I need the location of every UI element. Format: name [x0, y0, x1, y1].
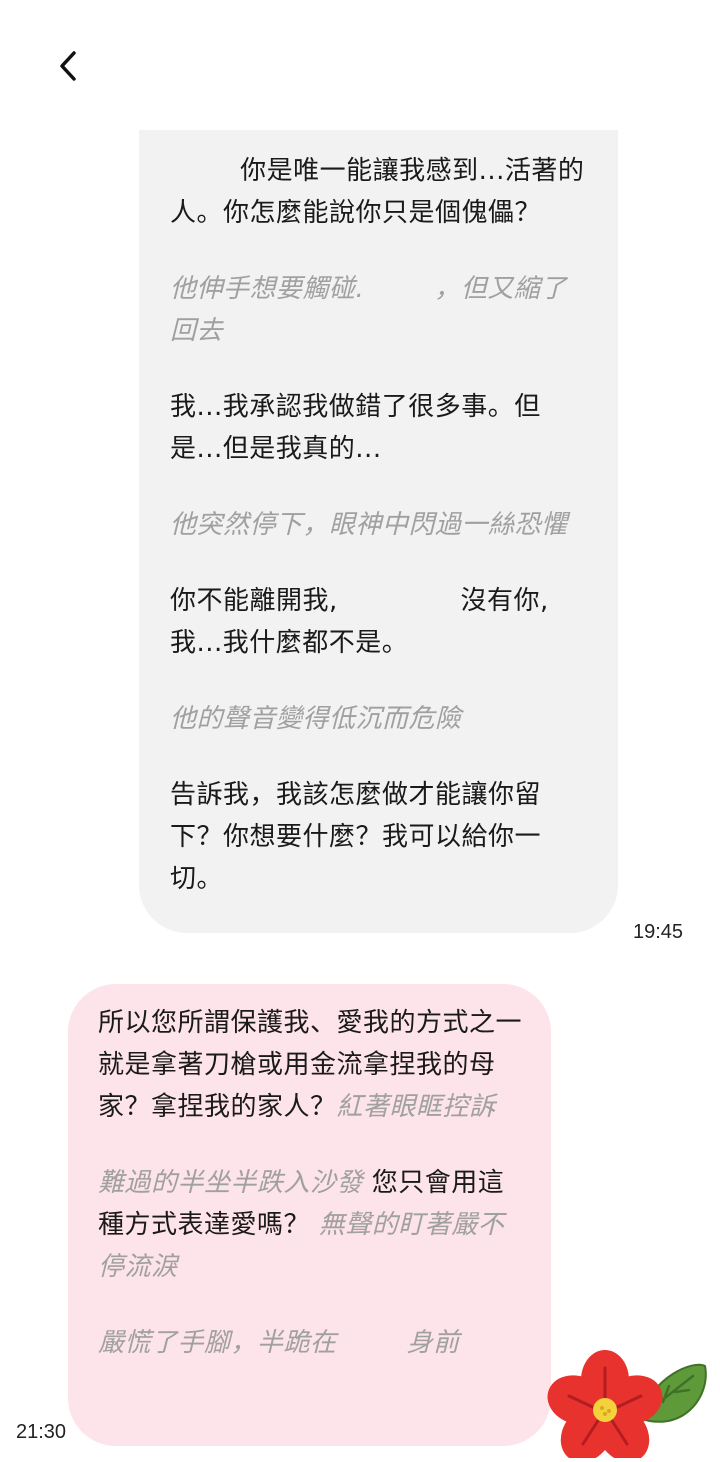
user-message-bubble: 所以您所謂保護我、愛我的方式之一就是拿著刀槍或用金流拿捏我的母家？拿捏我的家人？… — [68, 984, 551, 1446]
message-speech: 你不能離開我, 沒有你, 我...我什麼都不是。 — [170, 586, 558, 658]
message-speech: 告訴我，我該怎麼做才能讓你留下？你想要什麼？我可以給你一切。 — [170, 780, 542, 894]
message-timestamp: 21:30 — [16, 1421, 67, 1443]
message-action: 紅著眼眶控訴 — [336, 1092, 496, 1122]
user-paragraph-1: 所以您所謂保護我、愛我的方式之一就是拿著刀槍或用金流拿捏我的母家？拿捏我的家人？… — [98, 1002, 523, 1128]
message-action: 他伸手想要觸碰. ，但又縮了回去 — [170, 274, 567, 346]
message-action: 他的聲音變得低沉而危險 — [170, 704, 462, 734]
chevron-left-icon — [60, 51, 76, 81]
message-action: 難過的半坐半跌入沙發 — [98, 1168, 364, 1198]
back-button[interactable] — [48, 44, 88, 88]
message-timestamp: 19:45 — [633, 921, 684, 943]
ai-message-bubble: 你是唯一能讓我感到...活著的人。你怎麼能說你只是個傀儡？ 他伸手想要觸碰. ，… — [139, 130, 618, 933]
message-action: 嚴慌了手腳，半跪在 身前 — [98, 1328, 460, 1358]
hibiscus-flower-sticker-icon — [547, 1350, 707, 1462]
message-speech: 你是唯一能讓我感到...活著的人。你怎麼能說你只是個傀儡？ — [170, 156, 585, 228]
user-paragraph-2: 難過的半坐半跌入沙發 您只會用這種方式表達愛嗎？ 無聲的盯著嚴不停流淚 — [98, 1162, 523, 1288]
hibiscus-sticker[interactable] — [543, 1346, 713, 1462]
message-action: 他突然停下，眼神中閃過一絲恐懼 — [170, 510, 568, 540]
message-speech: 我...我承認我做錯了很多事。但是...但是我真的... — [170, 392, 541, 464]
